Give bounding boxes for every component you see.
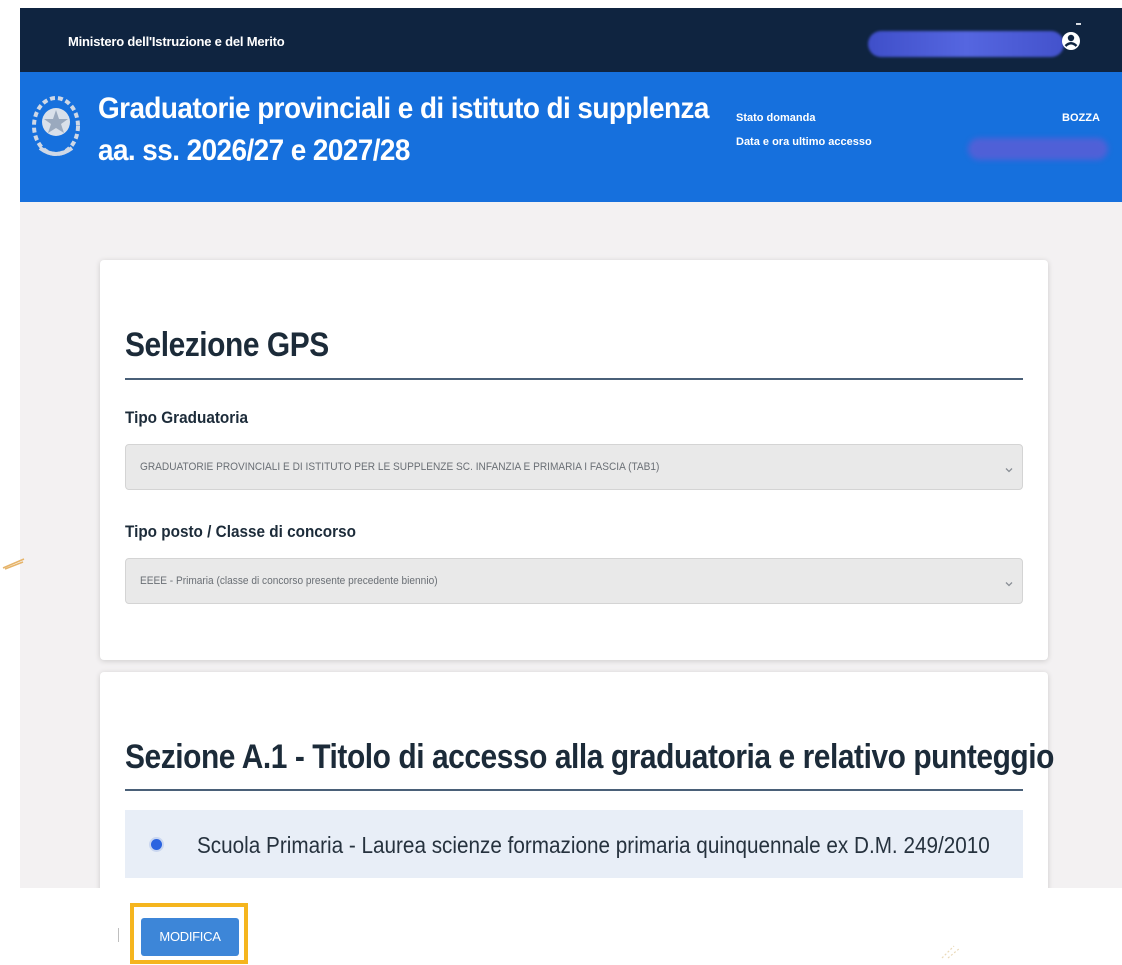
republic-emblem-icon <box>28 90 84 166</box>
section-divider <box>125 789 1023 791</box>
tipo-posto-label: Tipo posto / Classe di concorso <box>125 522 356 541</box>
app-title-line2: aa. ss. 2026/27 e 2027/28 <box>98 134 410 167</box>
user-circle-icon[interactable] <box>1060 22 1082 52</box>
stato-domanda-label: Stato domanda <box>736 112 816 124</box>
app-frame: Ministero dell'Istruzione e del Merito G… <box>20 8 1122 888</box>
section-title-selezione: Selezione GPS <box>125 326 329 364</box>
tipo-posto-value: EEEE - Primaria (classe di concorso pres… <box>140 575 438 587</box>
app-title: Graduatorie provinciali e di istituto di… <box>98 88 709 172</box>
tipo-posto-select[interactable]: EEEE - Primaria (classe di concorso pres… <box>125 558 1023 604</box>
annotation-scribble-icon <box>940 942 964 960</box>
user-name-redacted[interactable] <box>868 31 1064 57</box>
section-divider <box>125 378 1023 380</box>
selezione-gps-card: Selezione GPS Tipo Graduatoria GRADUATOR… <box>100 260 1048 660</box>
ultimo-accesso-label: Data e ora ultimo accesso <box>736 136 872 148</box>
app-header: Graduatorie provinciali e di istituto di… <box>20 72 1122 202</box>
chevron-down-icon <box>1004 462 1014 473</box>
sezione-a1-card: Sezione A.1 - Titolo di accesso alla gra… <box>100 672 1054 888</box>
radio-selected-icon[interactable] <box>151 839 162 850</box>
section-title-sezione-a1: Sezione A.1 - Titolo di accesso alla gra… <box>125 738 1054 776</box>
ultimo-accesso-value-redacted <box>968 138 1108 160</box>
highlight-box <box>130 903 248 964</box>
stato-domanda-value: BOZZA <box>1062 112 1100 124</box>
tipo-graduatoria-select[interactable]: GRADUATORIE PROVINCIALI E DI ISTITUTO PE… <box>125 444 1023 490</box>
titolo-accesso-option-label: Scuola Primaria - Laurea scienze formazi… <box>197 832 990 858</box>
chevron-down-icon <box>1004 576 1014 587</box>
tipo-graduatoria-label: Tipo Graduatoria <box>125 408 248 427</box>
divider <box>118 928 119 942</box>
titolo-accesso-option[interactable]: Scuola Primaria - Laurea scienze formazi… <box>125 810 1023 878</box>
top-bar: Ministero dell'Istruzione e del Merito <box>20 8 1122 72</box>
tipo-graduatoria-value: GRADUATORIE PROVINCIALI E DI ISTITUTO PE… <box>140 461 660 473</box>
app-title-line1: Graduatorie provinciali e di istituto di… <box>98 92 709 125</box>
annotation-scribble-icon <box>2 556 26 570</box>
ministry-name: Ministero dell'Istruzione e del Merito <box>68 34 285 49</box>
